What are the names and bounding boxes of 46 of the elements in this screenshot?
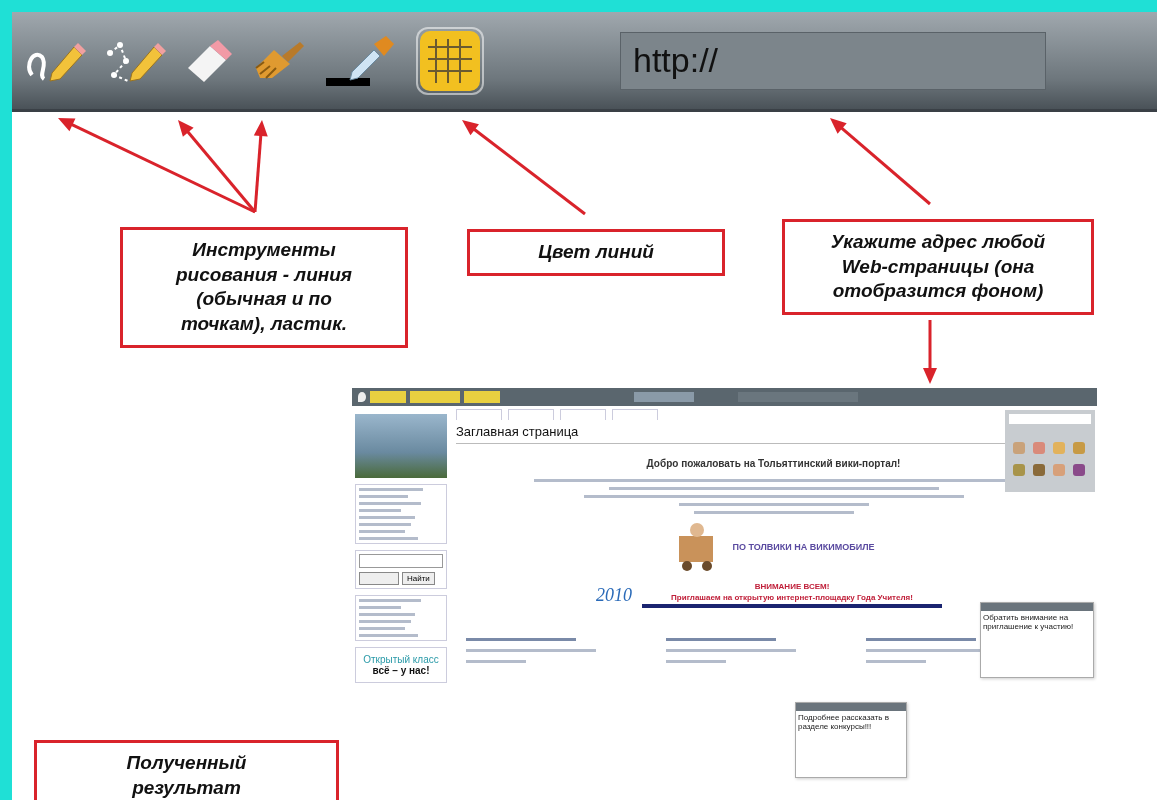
blurred-text: [359, 488, 424, 491]
blurred-text: [359, 523, 411, 526]
avatar-icon: [1013, 464, 1025, 476]
callout-label: Полученный результат: [34, 740, 339, 800]
avatar-icon: [1033, 464, 1045, 476]
note-text: Подробнее рассказать в разделе конкурсы!!!: [797, 712, 890, 733]
blurred-text: [359, 613, 415, 616]
blurred-text: [466, 660, 526, 663]
invite-link[interactable]: Приглашаем на открытую интернет-площадку Года Учителя!: [671, 593, 913, 602]
blurred-text: [359, 502, 421, 505]
blurred-text: [359, 537, 418, 540]
blurred-text: [359, 530, 406, 533]
blurred-text: [359, 634, 418, 637]
attention-heading: ВНИМАНИЕ ВСЕМ!: [754, 582, 830, 591]
tab-icon: [464, 391, 500, 403]
avatar-icon: [1053, 464, 1065, 476]
blurred-text: [359, 620, 411, 623]
avatar-icon: [1073, 442, 1085, 454]
mobile-link[interactable]: ПО ТОЛВИКИ НА ВИКИМОБИЛЕ: [732, 542, 875, 552]
tab-icon: [370, 391, 406, 403]
blurred-text: [359, 627, 406, 630]
pin-icon: [358, 392, 366, 402]
callout-label: Укажите адрес любой Web-страницы (она отобразится фоном): [782, 219, 1094, 316]
url-field[interactable]: http://: [620, 31, 1046, 90]
note-text: Обратить внимание на приглашение к участию!: [982, 612, 1075, 633]
welcome-heading: Добро пожаловать на Тольяттинский вики-портал!: [645, 458, 902, 469]
blurred-text: [359, 509, 401, 512]
year-logo: 2010: [596, 584, 632, 606]
tab-icon: [410, 391, 460, 403]
callout-label: Инструменты рисования - линия (обычная и по точкам), ластик.: [120, 227, 408, 348]
grid-icon[interactable]: [418, 28, 482, 93]
search-button[interactable]: Найти: [402, 572, 435, 585]
promo-text: всё – у нас!: [372, 665, 430, 676]
blurred-text: [866, 660, 926, 663]
avatar-icon: [1033, 442, 1045, 454]
promo-text: Открытый класс: [363, 654, 439, 665]
blurred-text: [359, 606, 401, 609]
blurred-text: [666, 660, 726, 663]
blurred-text: [359, 495, 408, 498]
avatar-icon: [1053, 442, 1065, 454]
blurred-text: [359, 599, 421, 602]
avatar-icon: [1073, 464, 1085, 476]
callout-label: Цвет линий: [467, 229, 725, 276]
blurred-text: [359, 516, 415, 519]
arrow: [923, 320, 937, 384]
avatar-icon: [1013, 442, 1025, 454]
